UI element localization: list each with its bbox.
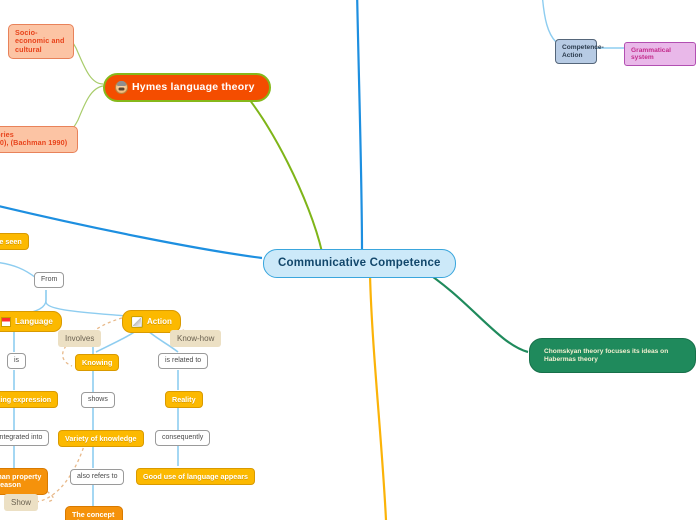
node-thinking-expression-label: nking expression [0,394,52,404]
edge-root-down [368,274,388,520]
node-action-label: Action [147,316,172,326]
node-concept-of-faculty-or-ability[interactable]: The concept of faculty or ability [65,506,123,520]
node-from-label: From [41,276,58,283]
node-also-refers-to-label: also refers to [77,473,118,480]
node-show[interactable]: Show [4,494,39,512]
node-is-related-to[interactable]: is related to [158,353,209,370]
node-also-refers-to[interactable]: also refers to [70,469,125,486]
node-variety-of-knowledge-label: Variety of knowledge [65,433,137,443]
node-socio-economic-label: Socio-economic and cultural [15,28,65,54]
node-knowing[interactable]: Knowing [75,354,120,372]
node-competence-action[interactable]: Competence- Action [555,39,604,65]
node-language[interactable]: Language [0,311,62,332]
edge-root-hymes [237,85,323,253]
node-hymes-label: Hymes language theory [132,81,255,94]
node-categories-label: ategories n 1980), (Bachman 1990) [0,130,68,148]
node-hymes-language-theory[interactable]: Hymes language theory [103,73,271,102]
node-thinking-expression[interactable]: nking expression [0,391,59,409]
node-is-label: is [14,357,20,364]
node-be-seen-label: be seen [0,236,22,246]
node-human-property-reason[interactable]: uman property n reason [0,468,49,495]
edge-root-chomskyan [419,267,529,354]
edge-competence-up [541,0,557,43]
node-socio-economic-and-cultural[interactable]: Socio-economic and cultural [8,24,74,59]
node-is[interactable]: is [7,353,27,370]
mindmap-canvas[interactable]: Communicative Competence Hymes language … [0,0,696,520]
node-chomskyan-label: Chomskyan theory focuses its ideas on Ha… [544,348,669,363]
node-shows-label: shows [88,396,108,403]
node-is-related-to-label: is related to [165,357,202,364]
face-icon [115,81,128,94]
node-reality[interactable]: Reality [165,391,203,409]
node-is-integrated-into[interactable]: is integrated into [0,430,50,447]
node-grammatical-system[interactable]: Grammatical system [624,42,696,67]
root-node-communicative-competence[interactable]: Communicative Competence [263,249,456,279]
node-involves-label: Involves [65,334,95,343]
node-be-seen[interactable]: be seen [0,233,29,251]
node-knowing-label: Knowing [82,357,113,367]
node-human-property-label: uman property n reason [0,472,42,490]
node-shows[interactable]: shows [81,392,115,409]
node-chomskyan-theory[interactable]: Chomskyan theory focuses its ideas on Ha… [529,338,696,374]
node-consequently-label: consequently [162,434,204,441]
node-good-use-of-language[interactable]: Good use of language appears [136,468,256,486]
root-node-label: Communicative Competence [278,257,441,269]
pencil-icon [131,315,143,328]
node-good-use-label: Good use of language appears [143,471,249,481]
node-from[interactable]: From [34,272,65,289]
node-consequently[interactable]: consequently [155,430,211,447]
node-competence-action-label: Competence- Action [562,44,604,59]
node-variety-of-knowledge[interactable]: Variety of knowledge [58,430,144,448]
node-know-how-label: Know-how [177,334,215,343]
node-language-label: Language [15,316,53,326]
node-concept-faculty-label: The concept of faculty or ability [72,510,115,520]
flag-icon [1,316,11,327]
edge-dashed-involves-knowing [61,345,73,367]
node-know-how[interactable]: Know-how [170,330,222,348]
edge-root-up [356,0,364,253]
edge-beseen-from [0,262,37,279]
node-reality-label: Reality [172,394,196,404]
node-categories-bachman[interactable]: ategories n 1980), (Bachman 1990) [0,126,78,153]
node-grammatical-system-label: Grammatical system [631,46,671,62]
edge-root-upleft [0,205,263,260]
node-is-integrated-into-label: is integrated into [0,434,43,441]
node-show-label: Show [11,498,32,507]
node-involves[interactable]: Involves [58,330,102,348]
